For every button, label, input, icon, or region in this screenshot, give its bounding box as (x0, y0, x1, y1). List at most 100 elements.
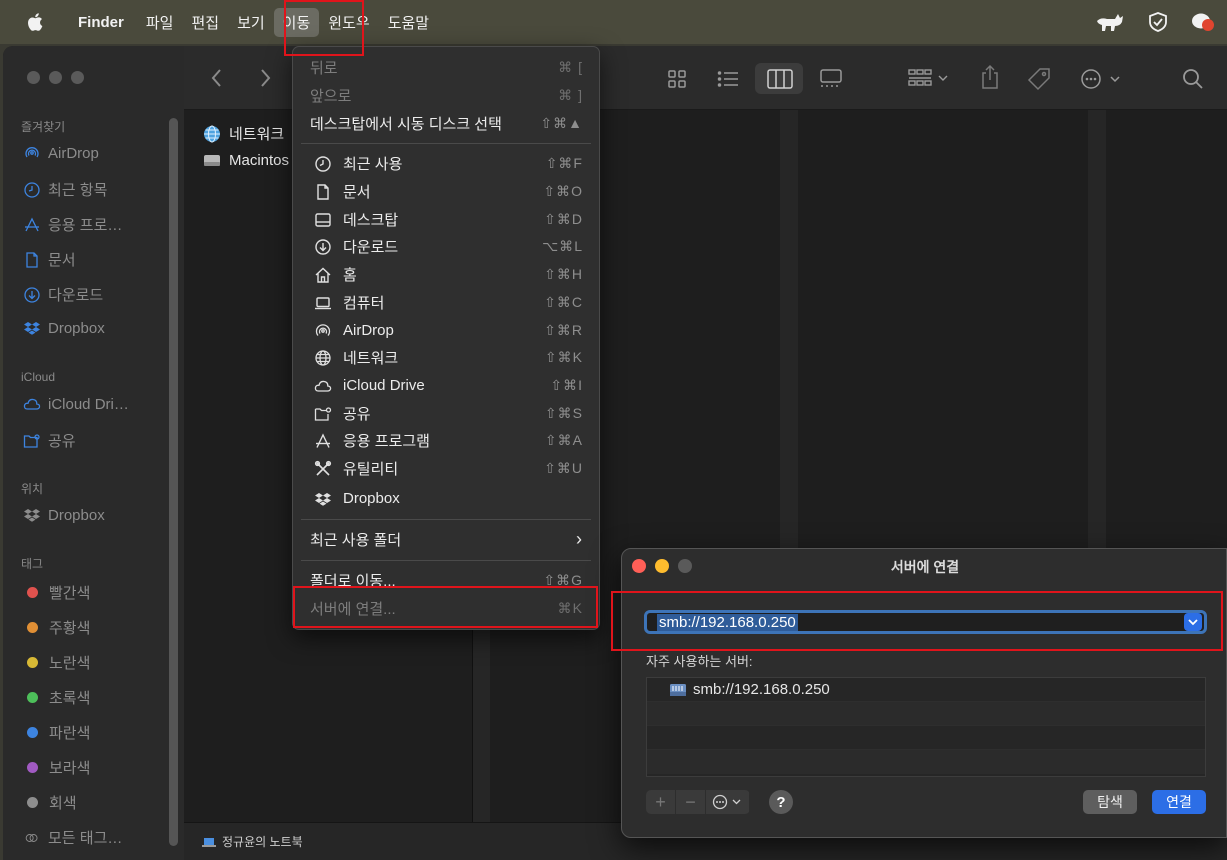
sidebar-tag-yellow[interactable]: 노란색 (23, 652, 90, 673)
home-icon (315, 267, 331, 283)
tag-label: 모든 태그… (48, 830, 123, 847)
laptop-icon (315, 296, 331, 309)
cat-icon[interactable] (1095, 11, 1125, 33)
server-address-value: smb://192.168.0.250 (657, 613, 798, 631)
sidebar-tag-gray[interactable]: 회색 (23, 792, 77, 813)
address-history-dropdown-button[interactable] (1184, 613, 1202, 631)
menu-finder[interactable]: Finder (69, 10, 133, 35)
menu-item-downloads[interactable]: 다운로드 ⌥⌘L (293, 233, 599, 260)
menu-view[interactable]: 보기 (228, 8, 274, 37)
sidebar: 즐겨찾기 AirDrop 최근 항목 응용 프로… 문서 다운로드 Dropbo… (3, 46, 184, 860)
sidebar-tag-blue[interactable]: 파란색 (23, 722, 90, 743)
menu-item-network[interactable]: 네트워크 ⇧⌘K (293, 344, 599, 371)
sidebar-item-downloads[interactable]: 다운로드 (23, 284, 103, 305)
icon-view-icon[interactable] (667, 69, 687, 89)
close-button[interactable] (27, 71, 40, 84)
sidebar-item-icloud-drive[interactable]: iCloud Dri… (23, 395, 129, 413)
sidebar-tag-orange[interactable]: 주황색 (23, 617, 90, 638)
favorite-server-address: smb://192.168.0.250 (693, 681, 830, 698)
apple-logo-icon[interactable] (25, 11, 47, 33)
menu-item-label: 공유 (343, 406, 371, 423)
sidebar-scrollbar[interactable] (169, 118, 178, 846)
submenu-chevron-icon: › (576, 529, 583, 549)
sidebar-item-dropbox[interactable]: Dropbox (23, 319, 105, 337)
menu-item-connect-to-server[interactable]: 서버에 연결... ⌘K (293, 595, 599, 622)
menu-item-label: 응용 프로그램 (343, 433, 430, 450)
menu-file[interactable]: 파일 (137, 8, 183, 37)
back-chevron-icon[interactable] (210, 68, 224, 88)
favorite-servers-list[interactable]: smb://192.168.0.250 (646, 677, 1206, 777)
sidebar-item-airdrop[interactable]: AirDrop (23, 144, 99, 162)
file-row-macintosh-hd[interactable]: Macintos (203, 151, 289, 169)
menu-item-forward[interactable]: 앞으로 ⌘ ] (293, 82, 599, 109)
server-address-input[interactable]: smb://192.168.0.250 (644, 610, 1207, 634)
desktop-icon (315, 212, 331, 227)
menu-separator (301, 560, 591, 561)
menu-item-computer[interactable]: 컴퓨터 ⇧⌘C (293, 289, 599, 316)
menu-item-back[interactable]: 뒤로 ⌘ [ (293, 54, 599, 81)
menu-item-shortcut: ⇧⌘C (544, 294, 583, 310)
group-by-icon[interactable] (907, 68, 951, 88)
server-options-menu-button[interactable] (706, 790, 750, 814)
menu-item-documents[interactable]: 문서 ⇧⌘O (293, 178, 599, 205)
favorite-server-row[interactable]: smb://192.168.0.250 (647, 678, 1205, 702)
action-menu-icon[interactable] (1080, 68, 1124, 90)
menu-help[interactable]: 도움말 (379, 8, 438, 37)
add-server-button[interactable]: + (646, 790, 676, 814)
sidebar-item-recents[interactable]: 최근 항목 (23, 179, 107, 200)
menu-item-recent-folders[interactable]: 최근 사용 폴더 › (293, 526, 599, 553)
sidebar-item-documents[interactable]: 문서 (23, 249, 76, 270)
sidebar-tag-all[interactable]: 모든 태그… (23, 827, 122, 848)
sidebar-section-icloud: iCloud (21, 370, 56, 384)
menu-item-shortcut: ⌘ ] (558, 87, 583, 103)
sidebar-item-shared[interactable]: 공유 (23, 430, 76, 451)
menu-item-home[interactable]: 홈 ⇧⌘H (293, 261, 599, 288)
connect-button[interactable]: 연결 (1152, 790, 1206, 814)
gallery-view-icon[interactable] (818, 69, 844, 89)
menu-item-applications[interactable]: 응용 프로그램 ⇧⌘A (293, 427, 599, 454)
sidebar-item-applications[interactable]: 응용 프로… (23, 214, 122, 235)
menu-item-label: 앞으로 (310, 88, 352, 105)
menu-item-go-to-folder[interactable]: 폴더로 이동... ⇧⌘G (293, 567, 599, 594)
sidebar-tag-green[interactable]: 초록색 (23, 687, 90, 708)
menu-item-label: 유틸리티 (343, 461, 399, 478)
menu-item-shared[interactable]: 공유 ⇧⌘S (293, 400, 599, 427)
tag-icon[interactable] (1027, 67, 1051, 91)
menu-item-shortcut: ⇧⌘R (544, 322, 583, 338)
clock-icon (315, 155, 331, 172)
menu-item-shortcut: ⇧⌘D (544, 211, 583, 227)
shared-folder-icon (314, 406, 332, 421)
help-button[interactable]: ? (769, 790, 793, 814)
menu-window[interactable]: 윈도우 (319, 8, 378, 37)
sidebar-tag-purple[interactable]: 보라색 (23, 757, 90, 778)
forward-chevron-icon[interactable] (258, 68, 272, 88)
sidebar-item-location-dropbox[interactable]: Dropbox (23, 506, 105, 524)
list-item (647, 750, 1205, 774)
connect-to-server-dialog: 서버에 연결 smb://192.168.0.250 자주 사용하는 서버: s… (621, 548, 1227, 838)
clock-icon (24, 181, 40, 198)
menu-go[interactable]: 이동 (273, 7, 320, 37)
browse-button[interactable]: 탐색 (1083, 790, 1137, 814)
menu-item-dropbox[interactable]: Dropbox (293, 485, 599, 512)
menu-item-shortcut: ⌥⌘L (542, 238, 583, 254)
list-view-icon[interactable] (717, 69, 739, 89)
minimize-button[interactable] (49, 71, 62, 84)
path-bar-item[interactable]: 정규윤의 노트북 (202, 833, 303, 850)
menu-item-airdrop[interactable]: AirDrop ⇧⌘R (293, 317, 599, 344)
sidebar-tag-red[interactable]: 빨간색 (23, 582, 90, 603)
remove-server-button[interactable]: − (676, 790, 706, 814)
search-icon[interactable] (1182, 68, 1204, 90)
messenger-notification-icon[interactable] (1191, 11, 1215, 33)
menu-item-recents[interactable]: 최근 사용 ⇧⌘F (293, 150, 599, 177)
all-tags-icon (25, 833, 38, 842)
zoom-button[interactable] (71, 71, 84, 84)
dropbox-icon (24, 322, 40, 335)
menu-item-utilities[interactable]: 유틸리티 ⇧⌘U (293, 455, 599, 482)
menu-edit[interactable]: 편집 (182, 8, 228, 37)
share-icon[interactable] (980, 64, 1000, 90)
shield-check-icon[interactable] (1147, 11, 1169, 33)
menu-item-startup-disk[interactable]: 데스크탑에서 시동 디스크 선택 ⇧⌘▲ (293, 110, 599, 137)
menu-item-icloud-drive[interactable]: iCloud Drive ⇧⌘I (293, 372, 599, 399)
menu-item-desktop[interactable]: 데스크탑 ⇧⌘D (293, 206, 599, 233)
file-row-network[interactable]: 네트워크 (203, 123, 284, 144)
